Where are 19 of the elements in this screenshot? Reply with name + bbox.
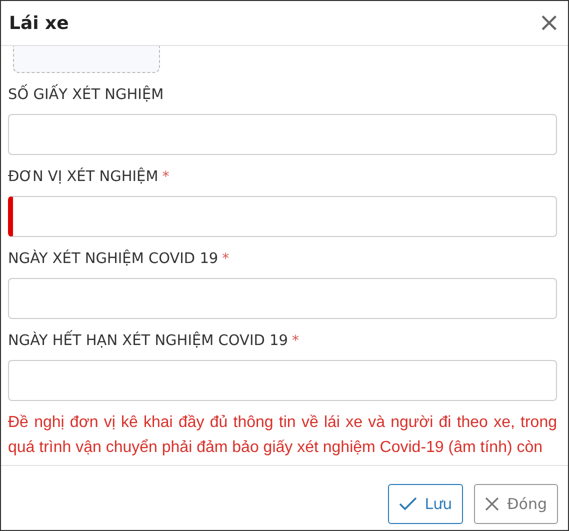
field-label: ĐƠN VỊ XÉT NGHIỆM bbox=[8, 168, 158, 186]
save-button[interactable]: Lưu bbox=[388, 484, 464, 524]
required-mark: * bbox=[222, 251, 230, 267]
input-field[interactable] bbox=[8, 278, 557, 319]
close-button[interactable]: × bbox=[534, 10, 564, 36]
field-label: SỐ GIẤY XÉT NGHIỆM bbox=[8, 86, 164, 104]
input-field[interactable] bbox=[8, 360, 557, 401]
input-field[interactable] bbox=[8, 114, 557, 155]
notice-text: Đề nghị đơn vị kê khai đầy đủ thông tin về lái xe và người đi theo xe, trong quá trình vận chuyển phải đảm bảo giấy xét nghiệm Covid-19 (âm tính) còn bbox=[8, 413, 557, 458]
close-button[interactable]: Đóng bbox=[474, 484, 558, 524]
check-icon bbox=[398, 497, 417, 511]
required-mark: * bbox=[292, 333, 299, 349]
upload-area[interactable] bbox=[13, 46, 160, 73]
field-label: NGÀY XÉT NGHIỆM COVID 19 bbox=[8, 250, 218, 268]
required-mark: * bbox=[162, 169, 170, 185]
field-label: NGÀY HẾT HẠN XÉT NGHIỆM COVID 19 bbox=[8, 332, 288, 350]
dialog-title: Lái xe bbox=[9, 12, 69, 34]
input-field[interactable] bbox=[8, 196, 557, 237]
close-icon bbox=[485, 497, 500, 511]
